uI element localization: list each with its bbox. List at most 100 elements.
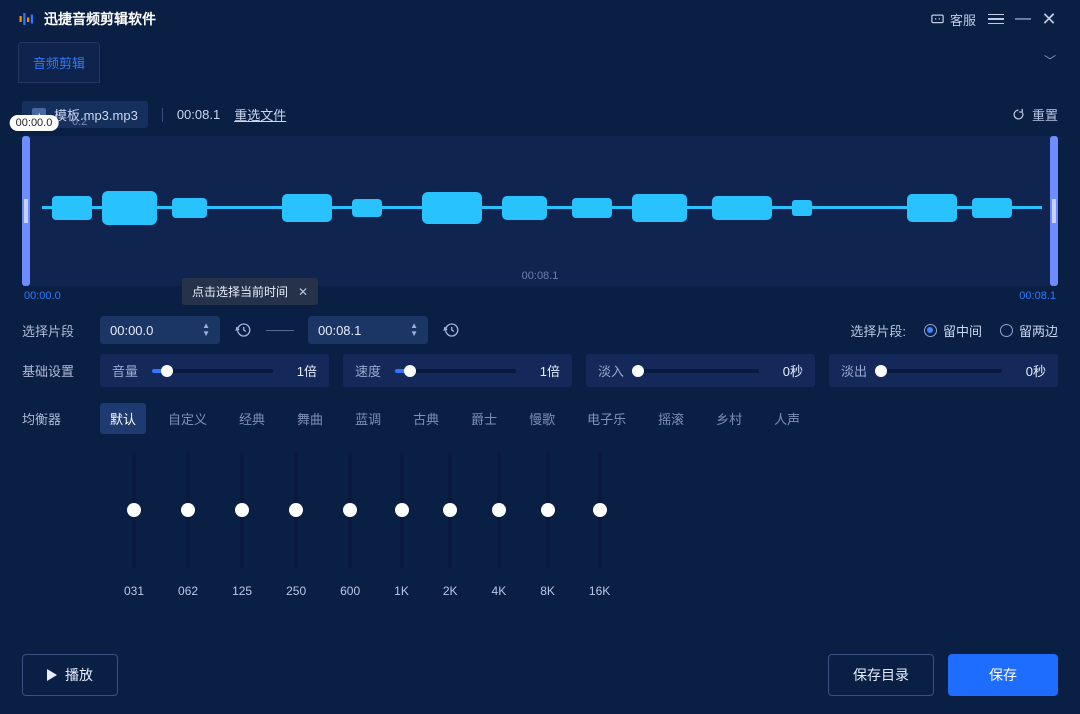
volume-slider-cell: 音量 1倍	[100, 354, 329, 387]
eq-band-031: 031	[124, 452, 144, 598]
tooltip-select-current-time: 点击选择当前时间 ✕	[182, 278, 318, 305]
eq-band-16K: 16K	[589, 452, 610, 598]
speed-slider[interactable]	[395, 369, 516, 373]
menu-icon	[988, 14, 1004, 25]
eq-band-600: 600	[340, 452, 360, 598]
eq-band-slider-8K[interactable]	[546, 452, 550, 568]
play-label: 播放	[65, 665, 93, 685]
eq-preset-3[interactable]: 舞曲	[287, 403, 333, 434]
eq-band-label-062: 062	[178, 584, 198, 598]
fadeout-slider[interactable]	[881, 369, 1002, 373]
eq-band-4K: 4K	[492, 452, 507, 598]
from-step-down[interactable]: ▼	[202, 330, 210, 338]
eq-band-slider-1K[interactable]	[400, 452, 404, 568]
radio-dot-on	[924, 324, 937, 337]
speed-value: 1倍	[528, 361, 560, 380]
reset-label: 重置	[1032, 105, 1058, 124]
tabs-expand-chevron[interactable]: ﹀	[1044, 52, 1056, 69]
eq-preset-0[interactable]: 默认	[100, 403, 146, 434]
eq-band-label-4K: 4K	[492, 584, 507, 598]
eq-band-slider-125[interactable]	[240, 452, 244, 568]
chat-icon	[930, 12, 945, 27]
support-button[interactable]: 客服	[924, 6, 982, 33]
eq-band-label-2K: 2K	[443, 584, 458, 598]
fadein-value: 0秒	[771, 361, 803, 380]
segment-mode-group: 选择片段: 留中间 留两边	[850, 321, 1058, 340]
eq-preset-4[interactable]: 蓝调	[345, 403, 391, 434]
eq-band-slider-600[interactable]	[348, 452, 352, 568]
eq-band-label-1K: 1K	[394, 584, 409, 598]
segment-label: 选择片段	[22, 321, 86, 340]
eq-preset-2[interactable]: 经典	[229, 403, 275, 434]
radio-keep-middle[interactable]: 留中间	[924, 321, 982, 340]
fadeout-value: 0秒	[1014, 361, 1046, 380]
to-step-down[interactable]: ▼	[410, 330, 418, 338]
basic-label: 基础设置	[22, 361, 86, 380]
eq-band-label-250: 250	[286, 584, 306, 598]
fadein-slider-cell: 淡入 0秒	[586, 354, 815, 387]
selection-handle-left[interactable]	[22, 136, 30, 286]
minimize-button[interactable]: —	[1010, 10, 1036, 28]
divider	[162, 108, 163, 122]
eq-preset-7[interactable]: 慢歌	[519, 403, 565, 434]
eq-presets-row: 默认自定义经典舞曲蓝调古典爵士慢歌电子乐摇滚乡村人声	[100, 403, 1058, 434]
radio-keep-middle-label: 留中间	[943, 321, 982, 340]
to-history-icon[interactable]	[442, 321, 460, 339]
eq-band-slider-16K[interactable]	[598, 452, 602, 568]
tab-audio-edit[interactable]: 音频剪辑	[18, 42, 100, 83]
segment-mode-label: 选择片段:	[850, 321, 906, 340]
eq-band-2K: 2K	[443, 452, 458, 598]
from-history-icon[interactable]	[234, 321, 252, 339]
play-icon	[47, 669, 57, 681]
eq-preset-6[interactable]: 爵士	[461, 403, 507, 434]
tab-row: 音频剪辑 ﹀	[0, 38, 1080, 83]
tooltip-close-button[interactable]: ✕	[298, 285, 308, 299]
waveform-svg	[22, 136, 1058, 286]
eq-band-label-8K: 8K	[540, 584, 555, 598]
reset-button[interactable]: 重置	[1011, 105, 1058, 124]
eq-sliders-row: 031 062 125 250 600 1K 2K 4K 8K 16K	[100, 444, 1058, 598]
save-button[interactable]: 保存	[948, 654, 1058, 696]
close-button[interactable]: ✕	[1036, 9, 1062, 30]
speed-label: 速度	[355, 361, 383, 380]
segment-from-input[interactable]: 00:00.0 ▲▼	[100, 316, 220, 344]
rechoose-file-link[interactable]: 重选文件	[234, 105, 286, 124]
radio-keep-sides[interactable]: 留两边	[1000, 321, 1058, 340]
waveform-canvas[interactable]: 00:08.1	[22, 136, 1058, 286]
eq-preset-8[interactable]: 电子乐	[577, 403, 636, 434]
volume-label: 音量	[112, 361, 140, 380]
fadein-slider[interactable]	[638, 369, 759, 373]
eq-band-slider-4K[interactable]	[497, 452, 501, 568]
eq-preset-5[interactable]: 古典	[403, 403, 449, 434]
volume-slider[interactable]	[152, 369, 273, 373]
eq-band-label-16K: 16K	[589, 584, 610, 598]
app-logo-icon	[18, 10, 36, 28]
eq-preset-1[interactable]: 自定义	[158, 403, 217, 434]
eq-band-slider-062[interactable]	[186, 452, 190, 568]
eq-preset-9[interactable]: 摇滚	[648, 403, 694, 434]
eq-band-slider-031[interactable]	[132, 452, 136, 568]
eq-band-250: 250	[286, 452, 306, 598]
eq-band-slider-2K[interactable]	[448, 452, 452, 568]
reset-icon	[1011, 107, 1026, 122]
waveform-section: 00:00.0 0.2 00:08.1	[22, 136, 1058, 306]
selection-handle-right[interactable]	[1050, 136, 1058, 286]
eq-band-label-125: 125	[232, 584, 252, 598]
eq-preset-11[interactable]: 人声	[764, 403, 810, 434]
eq-band-slider-250[interactable]	[294, 452, 298, 568]
save-dir-button[interactable]: 保存目录	[828, 654, 934, 696]
segment-controls: 点击选择当前时间 ✕ 选择片段 00:00.0 ▲▼ 00:08.1 ▲▼ 选择…	[0, 306, 1080, 344]
eq-label: 均衡器	[22, 403, 86, 598]
basic-settings: 基础设置 音量 1倍 速度 1倍 淡入 0秒 淡出 0秒	[0, 344, 1080, 387]
eq-preset-10[interactable]: 乡村	[706, 403, 752, 434]
playhead-time-bubble: 00:00.0	[10, 115, 59, 131]
segment-to-input[interactable]: 00:08.1 ▲▼	[308, 316, 428, 344]
waveform-mid-time: 00:08.1	[522, 270, 559, 282]
menu-button[interactable]	[982, 10, 1010, 29]
save-dir-label: 保存目录	[853, 665, 909, 685]
eq-band-label-600: 600	[340, 584, 360, 598]
radio-dot-off	[1000, 324, 1013, 337]
play-button[interactable]: 播放	[22, 654, 118, 696]
segment-to-value: 00:08.1	[318, 323, 361, 338]
range-dash	[266, 330, 294, 331]
